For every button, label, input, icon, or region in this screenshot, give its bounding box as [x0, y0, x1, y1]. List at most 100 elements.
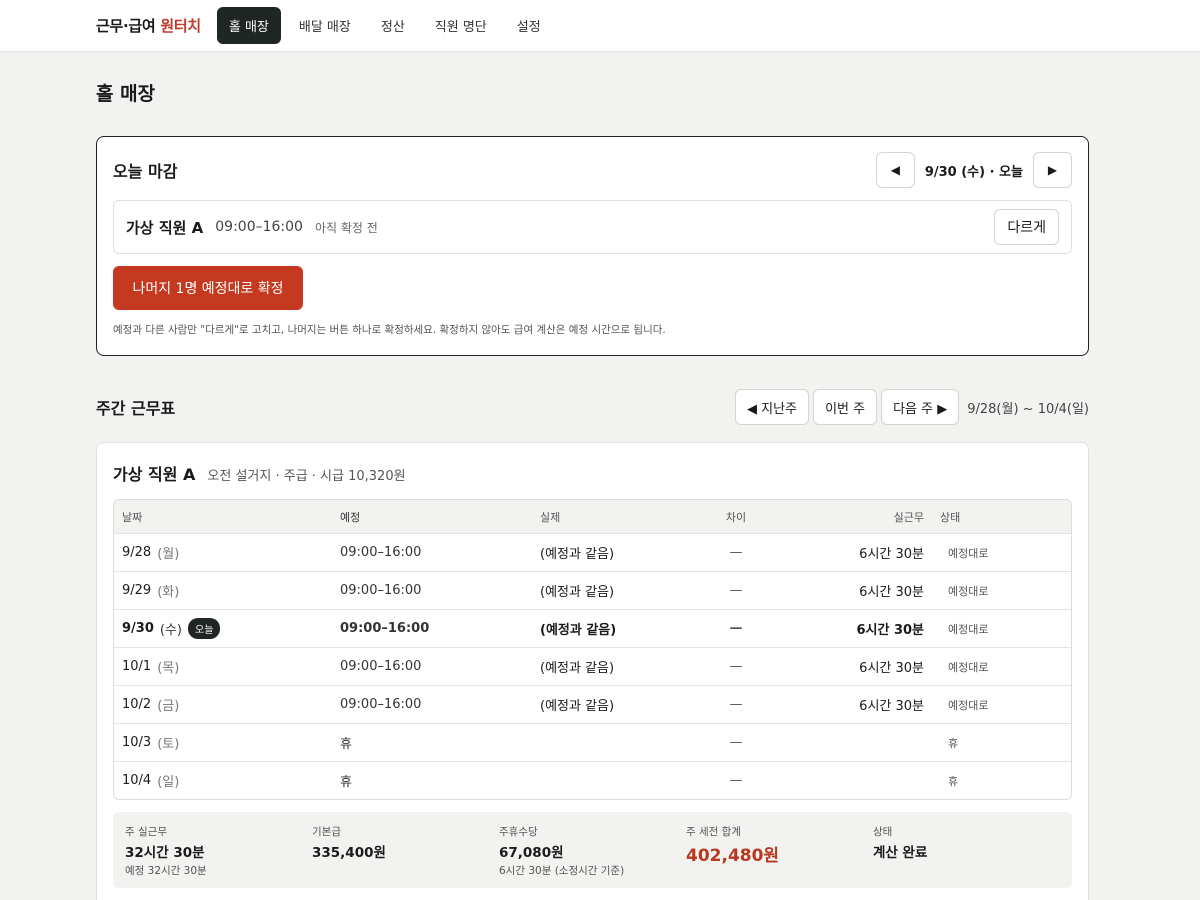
week-navigator: ◀ 지난주 이번 주 다음 주 ▶ 9/28(월) ~ 10/4(일): [735, 389, 1089, 425]
prev-day-button[interactable]: ◀: [875, 152, 915, 188]
next-day-button[interactable]: ▶: [1033, 152, 1072, 188]
employee-header: 가상 직원 A 오전 설거지 · 주급 · 시급 10,320원: [113, 461, 1072, 485]
table-row[interactable]: 10/4 (일) 휴 — 휴: [114, 761, 1071, 799]
day-of-week: (토): [157, 737, 180, 752]
next-week-button[interactable]: 다음 주 ▶: [881, 389, 960, 425]
summary-base-pay: 기본급 335,400원: [312, 824, 499, 888]
current-date-label: 9/30 (수) · 오늘: [924, 164, 1023, 180]
day-of-week: (월): [157, 547, 180, 562]
employee-meta: 오전 설거지 · 주급 · 시급 10,320원: [207, 469, 406, 484]
today-badge: 오늘: [188, 618, 221, 639]
mark-different-button[interactable]: 다르게: [994, 209, 1059, 245]
table-row-today[interactable]: 9/30 (수) 오늘 09:00–16:00 (예정과 같음) — 6시간 30분…: [114, 609, 1071, 647]
column-header-state: 상태: [940, 510, 961, 524]
row-diff: —: [729, 621, 743, 636]
row-plan: 휴: [340, 775, 352, 790]
table-row[interactable]: 9/28 (월) 09:00–16:00 (예정과 같음) — 6시간 30분 예…: [114, 533, 1071, 571]
row-plan: 09:00–16:00: [340, 583, 422, 598]
row-date: 9/28 (월): [114, 543, 340, 562]
column-header-diff: 차이: [725, 510, 747, 524]
day-of-week: (금): [157, 699, 180, 714]
week-range-label: 9/28(월) ~ 10/4(일): [967, 401, 1089, 417]
summary-value: 67,080원: [499, 845, 564, 861]
date-text: 10/3: [122, 735, 152, 750]
brand-logo[interactable]: 근무·급여 원터치: [96, 15, 201, 36]
row-date: 10/2 (금): [114, 695, 340, 714]
today-closing-card: 오늘 마감 ◀ 9/30 (수) · 오늘 ▶ 가상 직원 A 09:00–16…: [96, 136, 1089, 356]
brand-prefix: 근무·급여: [96, 17, 156, 35]
staff-name: 가상 직원 A: [126, 218, 204, 237]
row-diff: —: [729, 735, 743, 750]
weekly-summary: 주 실근무 32시간 30분 예정 32시간 30분 기본급 335,400원 …: [113, 812, 1072, 888]
row-date: 10/1 (목): [114, 657, 340, 676]
employee-card: 가상 직원 A 오전 설거지 · 주급 · 시급 10,320원 날짜 예정 실…: [96, 442, 1089, 900]
table-row[interactable]: 10/1 (목) 09:00–16:00 (예정과 같음) — 6시간 30분 예…: [114, 647, 1071, 685]
summary-holiday-allowance: 주휴수당 67,080원 6시간 30분 (소정시간 기준): [499, 824, 686, 888]
day-of-week: (목): [157, 661, 180, 676]
schedule-table: 날짜 예정 실제 차이 실근무 상태 9/28 (월) 09:00–16:00 (…: [113, 499, 1072, 800]
row-date: 10/3 (토): [114, 733, 340, 752]
summary-sub: 6시간 30분 (소정시간 기준): [499, 865, 625, 877]
nav-item-staff-list[interactable]: 직원 명단: [423, 7, 499, 44]
confirm-remaining-button[interactable]: 나머지 1명 예정대로 확정: [113, 266, 303, 310]
this-week-button[interactable]: 이번 주: [813, 389, 878, 425]
summary-label: 주휴수당: [499, 826, 538, 838]
employee-name: 가상 직원 A: [113, 465, 196, 484]
nav-item-settings[interactable]: 설정: [505, 7, 553, 44]
date-text: 10/1: [122, 659, 152, 674]
table-row[interactable]: 9/29 (화) 09:00–16:00 (예정과 같음) — 6시간 30분 예…: [114, 571, 1071, 609]
triangle-right-icon: ▶: [1047, 163, 1058, 177]
main-nav: 홀 매장 배달 매장 정산 직원 명단 설정: [216, 7, 553, 44]
column-header-work: 실근무: [893, 510, 924, 524]
row-state: 예정대로: [948, 622, 989, 636]
summary-value: 32시간 30분: [125, 845, 205, 861]
date-text: 9/29: [122, 583, 152, 598]
row-actual: (예정과 같음): [540, 623, 617, 638]
summary-value: 335,400원: [312, 845, 386, 861]
table-row[interactable]: 10/3 (토) 휴 — 휴: [114, 723, 1071, 761]
row-work: 6시간 30분: [859, 661, 924, 676]
summary-pretax-total: 주 세전 합계 402,480원: [686, 824, 873, 888]
summary-total-value: 402,480원: [686, 846, 780, 866]
nav-item-delivery-store[interactable]: 배달 매장: [287, 7, 363, 44]
row-work: 6시간 30분: [859, 547, 924, 562]
day-of-week: (화): [157, 585, 180, 600]
summary-value: 계산 완료: [873, 845, 928, 861]
weekly-schedule-title: 주간 근무표: [96, 399, 176, 418]
page-title: 홀 매장: [96, 83, 156, 105]
row-state: 예정대로: [948, 546, 989, 560]
triangle-left-icon: ◀: [890, 163, 900, 177]
staff-scheduled-time: 09:00–16:00: [215, 219, 303, 235]
row-date: 9/29 (화): [114, 581, 340, 600]
row-diff: —: [729, 583, 743, 598]
summary-label: 상태: [873, 826, 893, 838]
date-text: 10/2: [122, 697, 152, 712]
row-plan: 09:00–16:00: [340, 659, 422, 674]
closing-title: 오늘 마감: [113, 162, 178, 181]
row-work: 6시간 30분: [859, 585, 924, 600]
closing-staff-row: 가상 직원 A 09:00–16:00 아직 확정 전 다르게: [113, 200, 1072, 254]
date-navigator: ◀ 9/30 (수) · 오늘 ▶: [875, 152, 1072, 188]
row-date: 10/4 (일): [114, 771, 340, 790]
weekly-schedule-header: 주간 근무표 ◀ 지난주 이번 주 다음 주 ▶ 9/28(월) ~ 10/4(…: [96, 388, 1089, 426]
row-state: 예정대로: [948, 660, 989, 674]
prev-week-button[interactable]: ◀ 지난주: [735, 389, 810, 425]
row-diff: —: [729, 659, 743, 674]
main-content: 홀 매장 오늘 마감 ◀ 9/30 (수) · 오늘 ▶ 가상 직원 A 09:…: [0, 79, 1200, 900]
table-row[interactable]: 10/2 (금) 09:00–16:00 (예정과 같음) — 6시간 30분 예…: [114, 685, 1071, 723]
summary-sub: 예정 32시간 30분: [125, 865, 207, 877]
day-of-week: (수): [159, 623, 182, 638]
row-date: 9/30 (수) 오늘: [114, 618, 340, 639]
row-work: 6시간 30분: [859, 699, 924, 714]
column-header-plan: 예정: [340, 510, 361, 524]
summary-work-hours: 주 실근무 32시간 30분 예정 32시간 30분: [125, 824, 312, 888]
row-state: 예정대로: [948, 698, 989, 712]
closing-header: 오늘 마감 ◀ 9/30 (수) · 오늘 ▶: [113, 152, 1072, 188]
summary-state: 상태 계산 완료: [873, 824, 1060, 888]
row-plan: 09:00–16:00: [340, 621, 430, 636]
summary-label: 주 세전 합계: [686, 826, 741, 838]
column-header-actual: 실제: [540, 510, 561, 524]
row-plan: 휴: [340, 737, 352, 752]
nav-item-settlement[interactable]: 정산: [369, 7, 417, 44]
nav-item-hall-store[interactable]: 홀 매장: [216, 7, 281, 44]
